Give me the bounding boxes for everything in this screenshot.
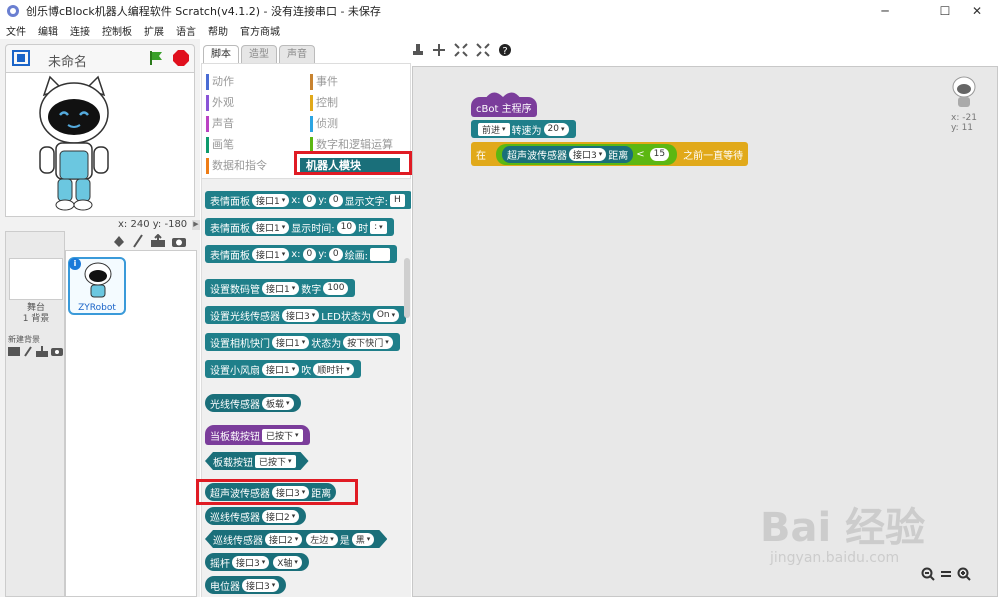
menu-file[interactable]: 文件 — [6, 23, 26, 38]
stage-header: 未命名 — [5, 44, 195, 72]
stamp-icon[interactable] — [412, 43, 424, 57]
upload-sprite-icon[interactable] — [150, 234, 166, 248]
menu-shop[interactable]: 官方商城 — [240, 23, 280, 38]
tab-costumes[interactable]: 造型 — [241, 45, 277, 63]
edit-toolbar: ? — [412, 41, 532, 59]
zoom-in-icon[interactable] — [957, 567, 971, 581]
category-sound[interactable]: 声音 — [206, 116, 234, 132]
block-set-camera-shutter[interactable]: 设置相机快门接口1状态为按下快门 — [205, 333, 400, 351]
fullscreen-icon[interactable] — [12, 50, 30, 66]
block-line-sensor[interactable]: 巡线传感器 接口2 — [205, 507, 307, 525]
cut-icon[interactable] — [432, 43, 446, 57]
block-face-panel-time[interactable]: 表情面板接口1显示时间:10时: — [205, 218, 394, 236]
category-data[interactable]: 数据和指令 — [206, 158, 267, 174]
menu-help[interactable]: 帮助 — [208, 23, 228, 38]
category-sensing[interactable]: 侦测 — [310, 116, 338, 132]
project-name[interactable]: 未命名 — [48, 51, 87, 70]
new-backdrop-label: 新建背景 — [8, 335, 40, 344]
block-light-sensor[interactable]: 光线传感器 板载 — [205, 394, 301, 412]
block-face-panel-draw[interactable]: 表情面板接口1x:0y:0绘画: — [205, 245, 397, 263]
highlight-ultrasonic-block — [196, 479, 358, 505]
window-title: 创乐博cBlock机器人编程软件 Scratch(v4.1.2) - 没有连接串… — [26, 5, 381, 18]
stage-label: 舞台 — [26, 303, 45, 313]
category-pen[interactable]: 画笔 — [206, 137, 234, 153]
shrink-icon[interactable] — [476, 43, 490, 57]
block-set-digital-tube[interactable]: 设置数码管接口1数字100 — [205, 279, 356, 297]
green-flag-icon[interactable] — [148, 50, 164, 66]
backdrop-camera-icon[interactable] — [51, 346, 63, 357]
zoom-controls — [921, 567, 971, 581]
camera-icon[interactable] — [171, 234, 187, 248]
menu-bar: 文件 编辑 连接 控制板 扩展 语言 帮助 官方商城 — [0, 22, 1000, 39]
block-face-panel-text[interactable]: 表情面板接口1x:0y:0显示文字:H — [205, 191, 411, 209]
sprite-tools — [112, 233, 197, 249]
upload-backdrop-icon[interactable] — [36, 346, 48, 357]
watermark-url: jingyan.baidu.com — [770, 550, 900, 566]
menu-language[interactable]: 语言 — [176, 23, 196, 38]
app-icon — [7, 5, 19, 17]
watermark-brand: Bai 经验 — [760, 505, 926, 551]
condition-less-than[interactable]: 超声波传感器接口3距离 <15 — [496, 143, 678, 165]
menu-board[interactable]: 控制板 — [102, 23, 132, 38]
reporter-ultrasonic[interactable]: 超声波传感器接口3距离 — [502, 145, 634, 163]
block-palette: 表情面板接口1x:0y:0显示文字:H 表情面板接口1显示时间:10时: 表情面… — [201, 179, 411, 597]
block-wait-until[interactable]: 在 超声波传感器接口3距离 <15 之前一直等待 — [471, 142, 749, 166]
category-control[interactable]: 控制 — [310, 95, 338, 111]
sprite-x: x: -21 — [951, 113, 977, 123]
minimize-button[interactable]: ─ — [862, 0, 908, 22]
block-move-speed[interactable]: 前进转速为20 — [471, 120, 576, 138]
sprite-thumbnail-zyrobot[interactable]: i ZYRobot — [68, 257, 126, 315]
robot-thumbnail-icon — [84, 262, 112, 298]
grow-icon[interactable] — [454, 43, 468, 57]
stage-info: 舞台 1 背景 — [9, 303, 63, 325]
title-bar: 创乐博cBlock机器人编程软件 Scratch(v4.1.2) - 没有连接串… — [0, 0, 1000, 22]
sprite-info: x: -21 y: 11 — [951, 113, 977, 133]
sprite-preview-icon — [952, 76, 976, 107]
stage-collapse-arrow-icon[interactable]: ▶ — [192, 220, 200, 230]
highlight-robot-category — [294, 151, 412, 175]
tab-scripts[interactable]: 脚本 — [203, 45, 239, 63]
info-icon[interactable]: i — [69, 258, 81, 270]
menu-connect[interactable]: 连接 — [70, 23, 90, 38]
stop-icon[interactable] — [172, 49, 190, 67]
close-window-button[interactable]: ✕ — [954, 0, 1000, 22]
svg-text:?: ? — [502, 46, 507, 57]
block-potentiometer[interactable]: 电位器 接口3 — [205, 576, 287, 594]
stage-thumbnail[interactable] — [9, 258, 63, 300]
sprite-y: y: 11 — [951, 123, 974, 133]
block-set-fan[interactable]: 设置小风扇接口1吹顺时针 — [205, 360, 361, 378]
help-icon[interactable]: ? — [498, 43, 512, 57]
choose-sprite-icon[interactable] — [112, 234, 126, 248]
editor-tabs: 脚本 造型 声音 — [200, 39, 412, 63]
tab-sounds[interactable]: 声音 — [279, 45, 315, 63]
backdrop-tools — [8, 346, 63, 357]
block-board-button[interactable]: 板载按钮 已按下 — [205, 452, 309, 470]
category-looks[interactable]: 外观 — [206, 95, 234, 111]
menu-edit[interactable]: 编辑 — [38, 23, 58, 38]
zoom-out-icon[interactable] — [921, 567, 935, 581]
paint-sprite-icon[interactable] — [131, 234, 145, 248]
menu-extensions[interactable]: 扩展 — [144, 23, 164, 38]
block-set-light-sensor[interactable]: 设置光线传感器接口3LED状态为On — [205, 306, 407, 324]
block-line-sensor-side[interactable]: 巡线传感器接口2左边是黑 — [205, 530, 387, 548]
category-events[interactable]: 事件 — [310, 74, 338, 90]
palette-scrollbar[interactable] — [404, 258, 410, 318]
stage-coordinates: x: 240 y: -180 — [118, 219, 188, 230]
stage-bg-count: 1 背景 — [22, 314, 50, 324]
block-when-button[interactable]: 当板载按钮 已按下 — [205, 425, 310, 445]
block-joystick[interactable]: 摇杆接口3X轴 — [205, 553, 309, 571]
backdrop-library-icon[interactable] — [8, 346, 20, 357]
paint-backdrop-icon[interactable] — [23, 346, 33, 357]
stage-canvas[interactable] — [5, 72, 195, 217]
hat-wings-icon — [485, 92, 521, 99]
category-motion[interactable]: 动作 — [206, 74, 234, 90]
zoom-reset-icon[interactable] — [939, 567, 953, 581]
sprite-name: ZYRobot — [78, 303, 116, 313]
robot-sprite-icon[interactable] — [34, 75, 114, 215]
